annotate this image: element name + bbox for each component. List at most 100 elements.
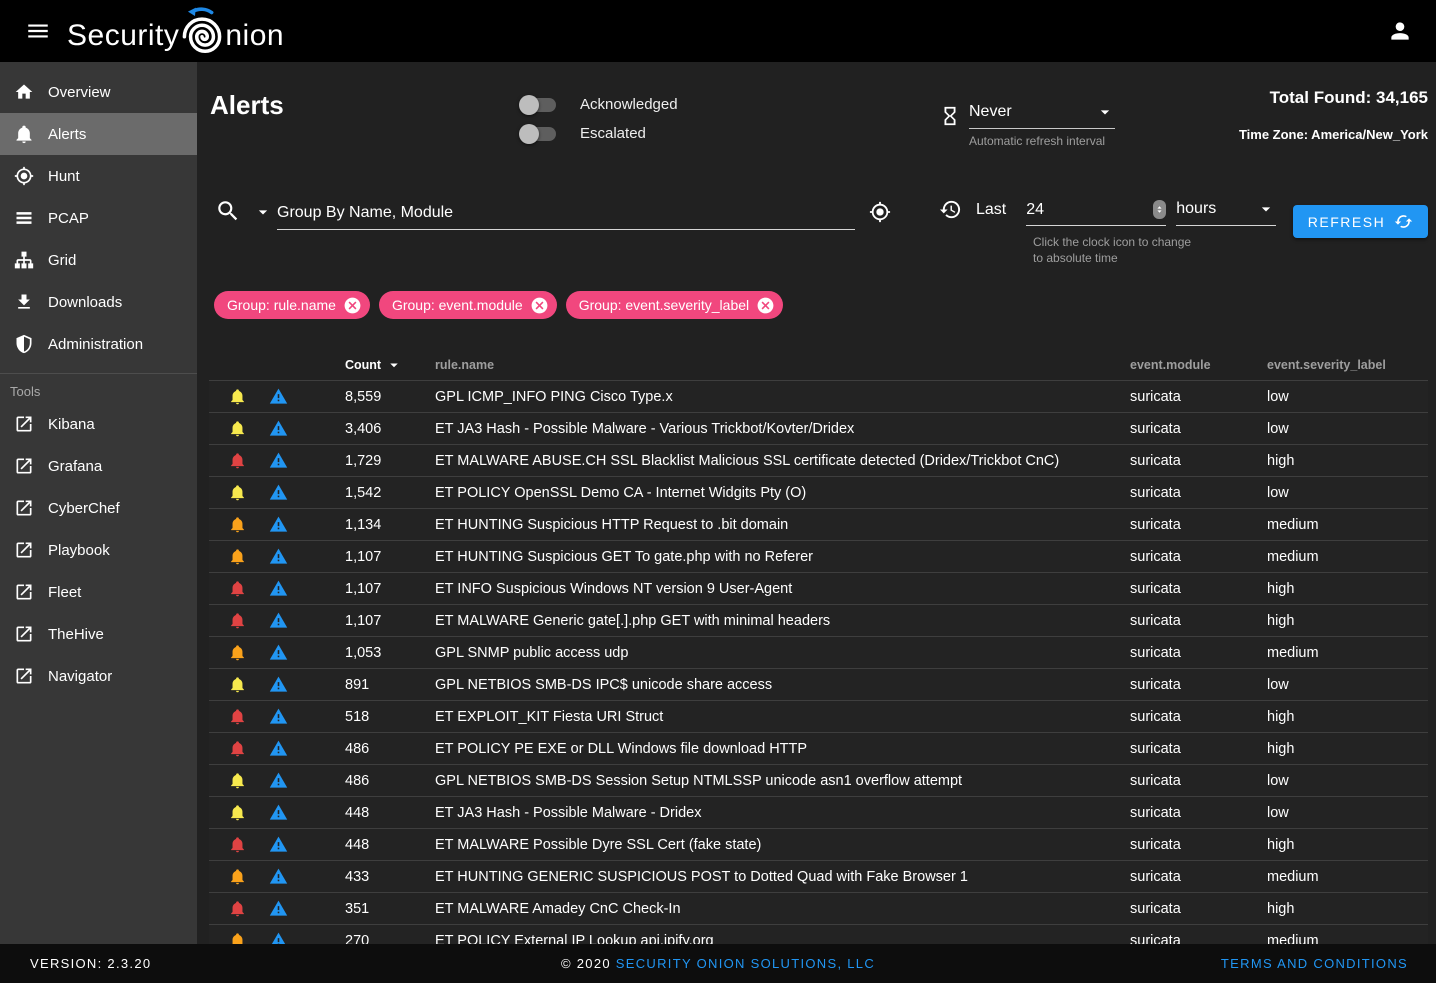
sidebar-item-hunt[interactable]: Hunt bbox=[0, 155, 197, 197]
history-clock-icon[interactable] bbox=[939, 198, 962, 221]
severity-bell-icon[interactable] bbox=[226, 930, 248, 945]
severity-bell-icon[interactable] bbox=[226, 802, 248, 824]
alert-table-row[interactable]: 448 ET JA3 Hash - Possible Malware - Dri… bbox=[209, 796, 1428, 828]
alert-table-row[interactable]: 891 GPL NETBIOS SMB-DS IPC$ unicode shar… bbox=[209, 668, 1428, 700]
alert-triangle-icon[interactable] bbox=[267, 802, 289, 824]
toggle-knob[interactable] bbox=[519, 95, 539, 115]
alert-triangle-icon[interactable] bbox=[267, 610, 289, 632]
alert-table-row[interactable]: 1,107 ET MALWARE Generic gate[.].php GET… bbox=[209, 604, 1428, 636]
severity-bell-icon[interactable] bbox=[226, 642, 248, 664]
toggle-knob[interactable] bbox=[519, 124, 539, 144]
number-spinner-icon[interactable] bbox=[1153, 200, 1166, 219]
group-chip[interactable]: Group: event.severity_label bbox=[566, 291, 783, 319]
chip-close-icon[interactable] bbox=[756, 296, 775, 315]
severity-bell-icon[interactable] bbox=[226, 450, 248, 472]
alert-table-row[interactable]: 1,729 ET MALWARE ABUSE.CH SSL Blacklist … bbox=[209, 444, 1428, 476]
severity-bell-icon[interactable] bbox=[226, 386, 248, 408]
query-input[interactable] bbox=[277, 204, 855, 222]
column-header-event-module[interactable]: event.module bbox=[1130, 358, 1267, 372]
severity-bell-icon[interactable] bbox=[226, 770, 248, 792]
severity-bell-icon[interactable] bbox=[226, 578, 248, 600]
severity-bell-icon[interactable] bbox=[226, 610, 248, 632]
severity-bell-icon[interactable] bbox=[226, 898, 248, 920]
sidebar-item-grid[interactable]: Grid bbox=[0, 239, 197, 281]
alert-severity-label: low bbox=[1267, 389, 1428, 405]
alert-triangle-icon[interactable] bbox=[267, 898, 289, 920]
menu-icon[interactable] bbox=[14, 7, 62, 55]
severity-bell-icon[interactable] bbox=[226, 738, 248, 760]
copyright-link[interactable]: SECURITY ONION SOLUTIONS, LLC bbox=[616, 956, 875, 971]
alert-event-module: suricata bbox=[1130, 773, 1267, 789]
column-header-severity-label[interactable]: event.severity_label bbox=[1267, 358, 1428, 372]
alert-triangle-icon[interactable] bbox=[267, 706, 289, 728]
alert-table-row[interactable]: 8,559 GPL ICMP_INFO PING Cisco Type.x su… bbox=[209, 380, 1428, 412]
column-header-rule-name[interactable]: rule.name bbox=[435, 358, 1130, 372]
alert-triangle-icon[interactable] bbox=[267, 642, 289, 664]
sidebar-item-alerts[interactable]: Alerts bbox=[0, 113, 197, 155]
alert-triangle-icon[interactable] bbox=[267, 866, 289, 888]
severity-bell-icon[interactable] bbox=[226, 514, 248, 536]
sidebar-item-overview[interactable]: Overview bbox=[0, 71, 197, 113]
chip-close-icon[interactable] bbox=[343, 296, 362, 315]
sidebar-item-pcap[interactable]: PCAP bbox=[0, 197, 197, 239]
sidebar-item-playbook[interactable]: Playbook bbox=[0, 529, 197, 571]
sidebar-item-downloads[interactable]: Downloads bbox=[0, 281, 197, 323]
account-icon[interactable] bbox=[1376, 7, 1424, 55]
chip-close-icon[interactable] bbox=[530, 296, 549, 315]
severity-bell-icon[interactable] bbox=[226, 418, 248, 440]
alert-table-row[interactable]: 433 ET HUNTING GENERIC SUSPICIOUS POST t… bbox=[209, 860, 1428, 892]
toggle-track[interactable] bbox=[522, 98, 556, 112]
sidebar-item-kibana[interactable]: Kibana bbox=[0, 403, 197, 445]
alert-triangle-icon[interactable] bbox=[267, 418, 289, 440]
alert-triangle-icon[interactable] bbox=[267, 674, 289, 696]
alert-triangle-icon[interactable] bbox=[267, 546, 289, 568]
alert-table-row[interactable]: 1,107 ET HUNTING Suspicious GET To gate.… bbox=[209, 540, 1428, 572]
sidebar-item-navigator[interactable]: Navigator bbox=[0, 655, 197, 697]
alert-table-row[interactable]: 486 GPL NETBIOS SMB-DS Session Setup NTM… bbox=[209, 764, 1428, 796]
query-history-chevron-icon[interactable] bbox=[253, 202, 273, 222]
alert-table-row[interactable]: 448 ET MALWARE Possible Dyre SSL Cert (f… bbox=[209, 828, 1428, 860]
severity-bell-icon[interactable] bbox=[226, 834, 248, 856]
alert-triangle-icon[interactable] bbox=[267, 738, 289, 760]
duration-input[interactable] bbox=[1026, 201, 1126, 219]
alert-table-row[interactable]: 518 ET EXPLOIT_KIT Fiesta URI Struct sur… bbox=[209, 700, 1428, 732]
terms-link[interactable]: TERMS AND CONDITIONS bbox=[1221, 956, 1408, 971]
refresh-interval-select[interactable]: Never bbox=[939, 102, 1115, 129]
alert-table-row[interactable]: 1,134 ET HUNTING Suspicious HTTP Request… bbox=[209, 508, 1428, 540]
alert-triangle-icon[interactable] bbox=[267, 514, 289, 536]
alert-triangle-icon[interactable] bbox=[267, 930, 289, 945]
sidebar-item-thehive[interactable]: TheHive bbox=[0, 613, 197, 655]
alert-triangle-icon[interactable] bbox=[267, 578, 289, 600]
refresh-button[interactable]: REFRESH bbox=[1293, 205, 1428, 238]
alert-table-row[interactable]: 3,406 ET JA3 Hash - Possible Malware - V… bbox=[209, 412, 1428, 444]
alert-triangle-icon[interactable] bbox=[267, 770, 289, 792]
severity-bell-icon[interactable] bbox=[226, 546, 248, 568]
toggle-track[interactable] bbox=[522, 127, 556, 141]
severity-bell-icon[interactable] bbox=[226, 482, 248, 504]
crosshairs-gps-icon[interactable] bbox=[869, 201, 891, 223]
alert-triangle-icon[interactable] bbox=[267, 450, 289, 472]
alert-triangle-icon[interactable] bbox=[267, 482, 289, 504]
alert-table-row[interactable]: 1,542 ET POLICY OpenSSL Demo CA - Intern… bbox=[209, 476, 1428, 508]
group-chip[interactable]: Group: event.module bbox=[379, 291, 557, 319]
sidebar-item-grafana[interactable]: Grafana bbox=[0, 445, 197, 487]
alert-table-row[interactable]: 351 ET MALWARE Amadey CnC Check-In suric… bbox=[209, 892, 1428, 924]
search-icon[interactable] bbox=[215, 198, 241, 224]
severity-bell-icon[interactable] bbox=[226, 866, 248, 888]
sidebar-item-administration[interactable]: Administration bbox=[0, 323, 197, 365]
severity-bell-icon[interactable] bbox=[226, 674, 248, 696]
alert-table-row[interactable]: 486 ET POLICY PE EXE or DLL Windows file… bbox=[209, 732, 1428, 764]
escalated-toggle[interactable]: Escalated bbox=[522, 119, 678, 148]
sidebar-item-cyberchef[interactable]: CyberChef bbox=[0, 487, 197, 529]
alert-table-row[interactable]: 1,053 GPL SNMP public access udp suricat… bbox=[209, 636, 1428, 668]
column-header-count[interactable]: Count bbox=[303, 356, 435, 374]
acknowledged-toggle[interactable]: Acknowledged bbox=[522, 90, 678, 119]
group-chip[interactable]: Group: rule.name bbox=[214, 291, 370, 319]
duration-unit-select[interactable]: hours bbox=[1176, 199, 1276, 226]
alert-table-row[interactable]: 270 ET POLICY External IP Lookup api.ipi… bbox=[209, 924, 1428, 944]
alert-triangle-icon[interactable] bbox=[267, 386, 289, 408]
alert-table-row[interactable]: 1,107 ET INFO Suspicious Windows NT vers… bbox=[209, 572, 1428, 604]
severity-bell-icon[interactable] bbox=[226, 706, 248, 728]
alert-triangle-icon[interactable] bbox=[267, 834, 289, 856]
sidebar-item-fleet[interactable]: Fleet bbox=[0, 571, 197, 613]
